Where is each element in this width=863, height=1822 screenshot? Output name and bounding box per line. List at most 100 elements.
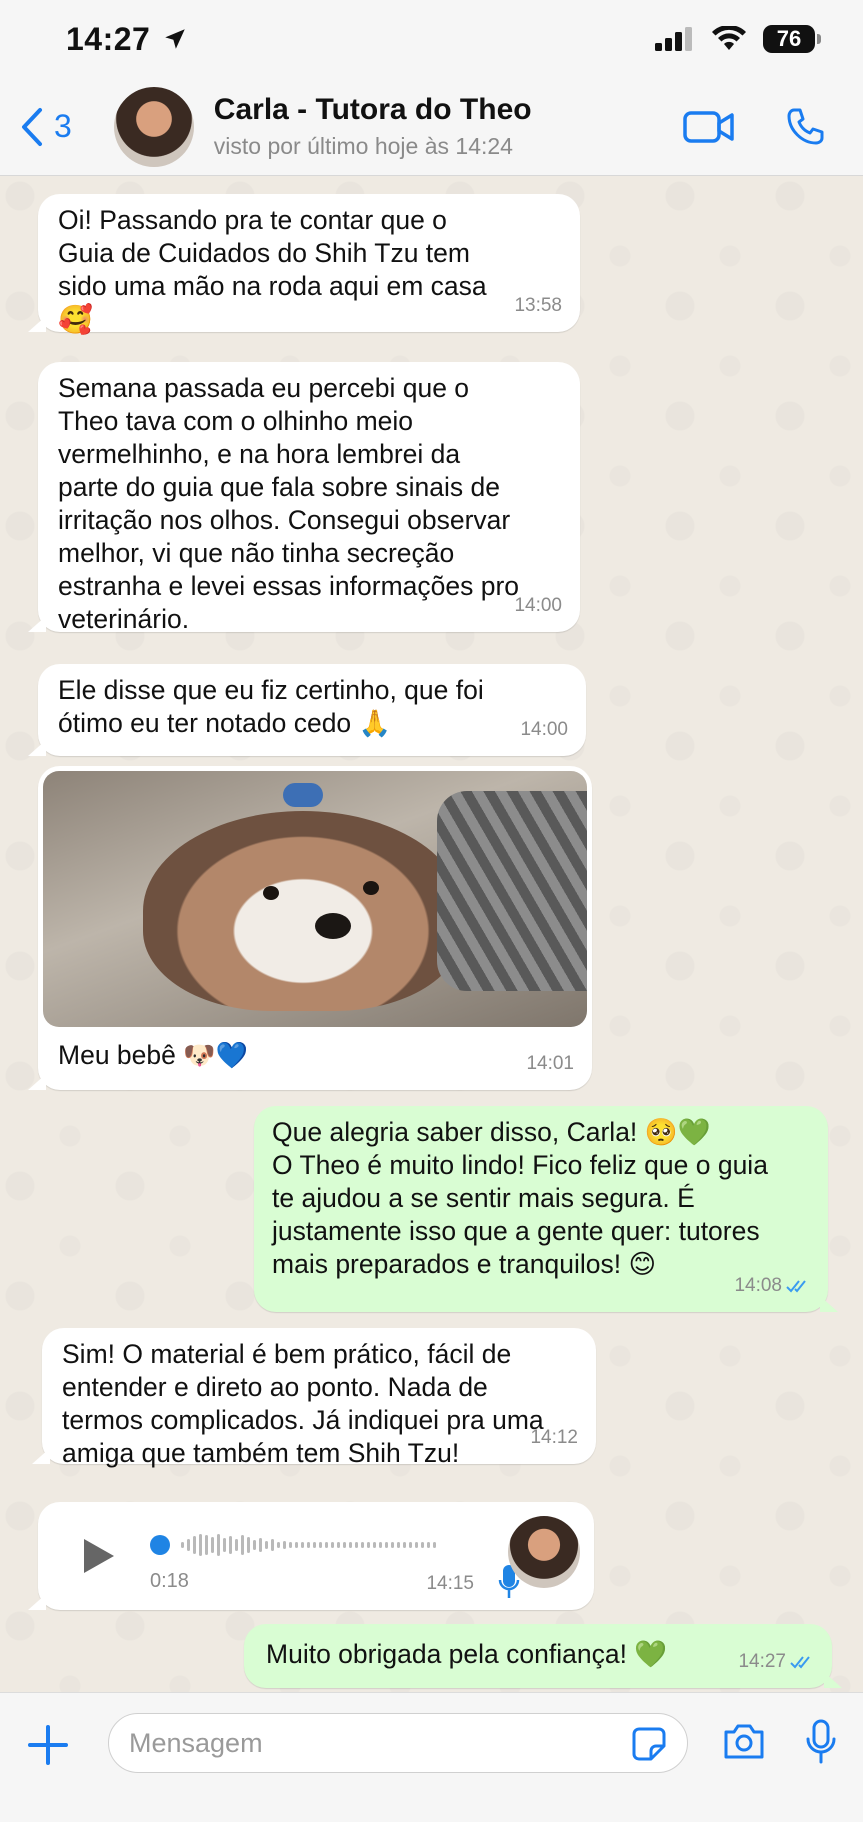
- status-indicators: 76: [655, 25, 821, 53]
- waveform-bar: [271, 1539, 274, 1551]
- waveform-bar: [253, 1540, 256, 1550]
- incoming-photo-message[interactable]: Meu bebê 🐶💙 14:01: [28, 766, 592, 1090]
- waveform-bar: [211, 1537, 214, 1553]
- chat-messages-area[interactable]: Oi! Passando pra te contar que o Guia de…: [0, 176, 863, 1692]
- play-icon[interactable]: [80, 1536, 118, 1576]
- cellular-signal-icon: [655, 27, 692, 51]
- waveform-bar: [301, 1542, 304, 1548]
- microphone-icon[interactable]: [804, 1719, 838, 1765]
- incoming-message[interactable]: Sim! O material é bem prático, fácil de …: [32, 1328, 596, 1468]
- dog-heart-emoji: 🐶💙: [183, 1041, 248, 1071]
- chat-header: 3 Carla - Tutora do Theo visto por últim…: [0, 78, 863, 176]
- waveform-bar: [283, 1541, 286, 1549]
- audio-progress-handle[interactable]: [150, 1535, 170, 1555]
- contact-avatar[interactable]: [113, 86, 194, 167]
- message-text: Semana passada eu percebi que o Theo tav…: [58, 373, 520, 634]
- waveform-bar: [331, 1542, 334, 1548]
- incoming-voice-message[interactable]: 0:18 14:15: [28, 1502, 594, 1610]
- waveform-bar: [217, 1534, 220, 1556]
- pillow-shape: [437, 791, 587, 991]
- message-text: Que alegria saber disso, Carla! 🥺💚 O The…: [272, 1117, 768, 1279]
- waveform-bar: [325, 1542, 328, 1548]
- waveform-bar: [247, 1537, 250, 1553]
- message-input[interactable]: Mensagem: [108, 1713, 688, 1773]
- waveform-bar: [349, 1542, 352, 1548]
- message-text: Ele disse que eu fiz certinho, que foi ó…: [58, 675, 484, 738]
- voice-sender-avatar: [508, 1516, 580, 1588]
- battery-indicator: 76: [763, 25, 821, 53]
- dog-photo[interactable]: [43, 771, 587, 1027]
- waveform-bar: [385, 1542, 388, 1548]
- waveform-bar: [391, 1542, 394, 1548]
- waveform-bar: [223, 1538, 226, 1552]
- dog-shape: [143, 811, 463, 1011]
- camera-icon[interactable]: [722, 1723, 766, 1761]
- waveform-bar: [409, 1542, 412, 1548]
- waveform-bar: [277, 1542, 280, 1548]
- location-arrow-icon: [165, 29, 186, 49]
- incoming-message[interactable]: Ele disse que eu fiz certinho, que foi ó…: [28, 664, 586, 756]
- message-time: 14:00: [514, 595, 562, 616]
- message-text: Sim! O material é bem prático, fácil de …: [62, 1339, 544, 1468]
- message-time: 13:58: [514, 295, 562, 316]
- message-time: 14:15: [426, 1573, 474, 1594]
- waveform-bar: [193, 1536, 196, 1554]
- incoming-message[interactable]: Semana passada eu percebi que o Theo tav…: [28, 362, 580, 634]
- photo-caption: Meu bebê: [58, 1040, 176, 1070]
- waveform-bar: [415, 1542, 418, 1548]
- message-text: Muito obrigada pela confiança! 💚: [266, 1639, 668, 1669]
- waveform-bar: [367, 1542, 370, 1548]
- waveform-bar: [379, 1542, 382, 1548]
- message-time: 14:00: [520, 719, 568, 740]
- message-text: Oi! Passando pra te contar que o Guia de…: [58, 205, 487, 301]
- smiling-face-hearts-emoji: 🥰: [58, 303, 93, 336]
- message-time-read: 14:08: [734, 1269, 810, 1302]
- waveform-bar: [241, 1535, 244, 1555]
- dog-eye: [363, 881, 379, 895]
- message-input-bar: Mensagem: [0, 1692, 863, 1822]
- dog-eye: [263, 886, 279, 900]
- contact-info[interactable]: Carla - Tutora do Theo visto por último …: [214, 93, 532, 160]
- folded-hands-emoji: 🙏: [358, 709, 391, 739]
- waveform-bar: [397, 1542, 400, 1548]
- plus-icon[interactable]: [22, 1719, 74, 1771]
- waveform-bar: [433, 1542, 436, 1548]
- status-bar: 14:27 76: [0, 0, 863, 78]
- message-time: 14:01: [526, 1053, 574, 1074]
- chevron-left-icon: [22, 107, 42, 146]
- waveform-bar: [427, 1542, 430, 1548]
- contact-name: Carla - Tutora do Theo: [213, 93, 532, 126]
- photo-caption-row: Meu bebê 🐶💙: [38, 1027, 592, 1073]
- waveform-bar: [265, 1541, 268, 1549]
- waveform-bar: [289, 1542, 292, 1548]
- message-time: 14:08: [734, 1275, 782, 1296]
- phone-call-icon[interactable]: [785, 107, 825, 147]
- audio-waveform[interactable]: [150, 1534, 436, 1556]
- header-actions: [683, 107, 843, 147]
- waveform-bar: [313, 1542, 316, 1548]
- incoming-message[interactable]: Oi! Passando pra te contar que o Guia de…: [28, 194, 580, 336]
- waveform-bar: [205, 1535, 208, 1555]
- waveform-bar: [355, 1542, 358, 1548]
- whatsapp-chat-screen: 14:27 76 3 Carla - Tutora do Theo visto …: [0, 0, 863, 1822]
- double-check-read-icon: [786, 1279, 806, 1292]
- waveform-bar: [229, 1536, 232, 1554]
- waveform-bar: [199, 1534, 202, 1556]
- waveform-bar: [259, 1538, 262, 1552]
- waveform-bar: [307, 1542, 310, 1548]
- outgoing-message[interactable]: Que alegria saber disso, Carla! 🥺💚 O The…: [254, 1106, 838, 1312]
- message-time: 14:12: [530, 1427, 578, 1448]
- message-time: 14:27: [738, 1651, 786, 1672]
- sticker-icon[interactable]: [631, 1726, 667, 1762]
- hair-bow-shape: [283, 783, 323, 807]
- waveform-bar: [181, 1542, 184, 1548]
- waveform-bar: [373, 1542, 376, 1548]
- waveform-bar: [343, 1542, 346, 1548]
- waveform-bar: [337, 1542, 340, 1548]
- waveform-bar: [421, 1542, 424, 1548]
- dog-nose: [315, 913, 351, 939]
- outgoing-message[interactable]: Muito obrigada pela confiança! 💚 14:27: [244, 1624, 842, 1688]
- message-time-read: 14:27: [738, 1645, 814, 1678]
- video-call-icon[interactable]: [683, 110, 735, 144]
- back-button[interactable]: 3: [20, 107, 72, 147]
